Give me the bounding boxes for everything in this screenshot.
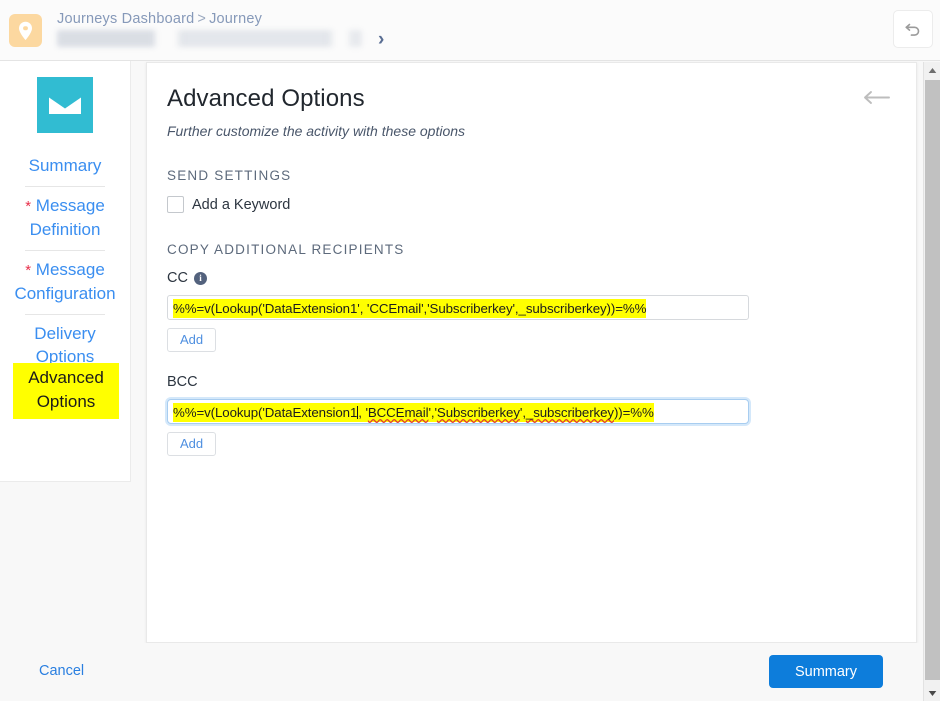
app-window: Journeys Dashboard > Journey › Summary *… [0, 0, 940, 701]
bcc-misspelled-word-2: Subscriberkey [436, 405, 520, 420]
add-keyword-label: Add a Keyword [192, 196, 291, 213]
undo-arrow-icon [905, 23, 920, 36]
cc-label-row: CC i [167, 270, 892, 286]
cc-label: CC [167, 270, 188, 286]
info-circle-icon[interactable]: i [193, 271, 207, 285]
sidebar-item-message-configuration[interactable]: * Message Configuration [0, 251, 130, 314]
breadcrumb-separator: > [197, 11, 207, 27]
copy-recipients-label: COPY ADDITIONAL RECIPIENTS [167, 242, 405, 257]
add-keyword-row: Add a Keyword [167, 196, 892, 213]
chevron-right-icon[interactable]: › [378, 30, 384, 49]
bcc-input[interactable]: %%=v(Lookup('DataExtension1, 'BCCEmail',… [167, 399, 749, 424]
bcc-value-part2: , ' [358, 405, 368, 420]
sidebar-item-message-definition[interactable]: * Message Definition [0, 187, 130, 250]
bcc-input-value: %%=v(Lookup('DataExtension1, 'BCCEmail',… [173, 403, 654, 422]
advanced-options-panel: Advanced Options Further customize the a… [146, 62, 917, 643]
sidebar-item-advanced-options[interactable]: Advanced Options [13, 363, 119, 419]
cc-input[interactable]: %%=v(Lookup('DataExtension1', 'CCEmail',… [167, 295, 749, 320]
sidebar-item-summary[interactable]: Summary [0, 147, 130, 186]
sidebar-item-label: Message Definition [29, 196, 105, 239]
scroll-up-arrow-icon[interactable] [924, 62, 940, 78]
add-keyword-checkbox[interactable] [167, 196, 184, 213]
bcc-label-row: BCC [167, 374, 892, 390]
bcc-misspelled-word-3: _subscriberkey [525, 405, 614, 420]
cc-input-value: %%=v(Lookup('DataExtension1', 'CCEmail',… [173, 299, 647, 318]
cc-add-button[interactable]: Add [167, 328, 217, 352]
undo-button[interactable] [893, 10, 933, 48]
sidebar-item-label: Delivery Options [34, 324, 96, 366]
bcc-label: BCC [167, 374, 198, 390]
breadcrumb-current[interactable]: Journey [209, 11, 262, 27]
vertical-scrollbar[interactable] [923, 62, 940, 701]
required-star: * [25, 198, 32, 215]
arrow-left-icon[interactable] [862, 89, 892, 111]
scroll-down-arrow-icon[interactable] [924, 685, 940, 701]
bcc-value-part1: %%=v(Lookup('DataExtension1 [173, 405, 358, 420]
bcc-add-button[interactable]: Add [167, 432, 217, 456]
breadcrumb-root[interactable]: Journeys Dashboard [57, 11, 194, 27]
page-subtitle: Further customize the activity with thes… [167, 123, 466, 139]
sidebar-item-label: Summary [28, 156, 102, 175]
email-envelope-icon [37, 77, 93, 133]
page-title: Advanced Options [167, 85, 365, 112]
breadcrumb-redacted-name [57, 30, 362, 47]
top-bar: Journeys Dashboard > Journey › [0, 0, 940, 61]
required-star: * [25, 262, 32, 279]
send-settings-label: SEND SETTINGS [167, 168, 292, 183]
footer-bar: Cancel Summary [0, 643, 923, 701]
location-pin-icon [9, 14, 42, 47]
bcc-misspelled-word-1: BCCEmail [367, 405, 429, 420]
sidebar-item-label: Advanced Options [28, 368, 104, 411]
bcc-value-part3: ',' [428, 405, 437, 420]
cancel-button[interactable]: Cancel [39, 663, 84, 679]
summary-button[interactable]: Summary [769, 655, 883, 688]
scrollbar-thumb[interactable] [925, 80, 940, 680]
bcc-value-part5: ))=%% [613, 405, 654, 420]
breadcrumb: Journeys Dashboard > Journey [57, 11, 377, 47]
